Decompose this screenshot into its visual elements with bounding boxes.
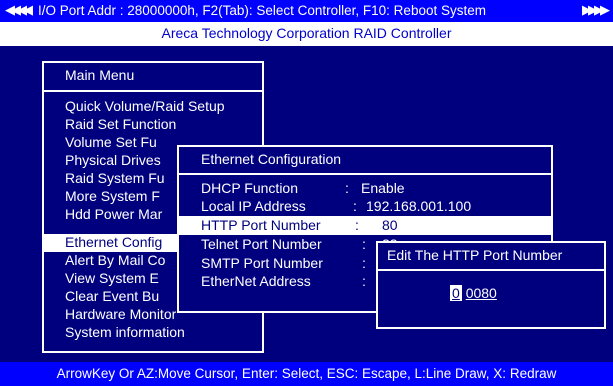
menu-item-physical-drives[interactable]: Physical Drives (65, 152, 161, 168)
menu-item-view-system-events[interactable]: View System E (65, 270, 159, 286)
menu-item-system-information[interactable]: System information (65, 324, 185, 340)
scroll-right-arrows-icon[interactable]: ▶▶▶▶ (582, 2, 610, 18)
http-port-input[interactable]: 0 0080 (450, 285, 497, 301)
ethernet-address-separator: : (362, 273, 366, 289)
ethernet-configuration-title: Ethernet Configuration (201, 151, 342, 167)
main-menu-divider (44, 90, 262, 92)
input-cursor-digit: 0 (450, 285, 462, 301)
menu-item-volume-set-function[interactable]: Volume Set Fu (65, 134, 157, 150)
edit-http-port-dialog: Edit The HTTP Port Number 0 0080 (376, 241, 606, 329)
dhcp-function-value: Enable (361, 180, 405, 196)
local-ip-address-label: Local IP Address (201, 198, 306, 214)
bottom-help-bar: ArrowKey Or AZ:Move Cursor, Enter: Selec… (0, 362, 613, 386)
menu-item-raid-set-function[interactable]: Raid Set Function (65, 116, 176, 132)
menu-item-clear-event-buffer[interactable]: Clear Event Bu (65, 288, 159, 304)
menu-item-hdd-power-management[interactable]: Hdd Power Mar (65, 206, 162, 222)
controller-title-bar: Areca Technology Corporation RAID Contro… (0, 22, 613, 46)
edit-http-port-title: Edit The HTTP Port Number (387, 247, 563, 263)
menu-item-quick-volume-raid-setup[interactable]: Quick Volume/Raid Setup (65, 98, 225, 114)
input-value-digits: 0080 (465, 285, 497, 301)
menu-item-alert-by-mail-config[interactable]: Alert By Mail Co (65, 252, 165, 268)
menu-item-hardware-monitor[interactable]: Hardware Monitor (65, 306, 176, 322)
http-port-number-separator: : (355, 217, 359, 233)
dhcp-function-separator: : (345, 180, 349, 196)
main-menu-title: Main Menu (65, 67, 135, 83)
keyboard-help-text: ArrowKey Or AZ:Move Cursor, Enter: Selec… (56, 366, 557, 381)
ethernet-panel-divider (179, 173, 551, 175)
local-ip-address-value: 192.168.001.100 (366, 198, 472, 214)
dhcp-function-label: DHCP Function (201, 180, 299, 196)
menu-item-more-system-functions[interactable]: More System F (65, 188, 160, 204)
telnet-port-number-separator: : (362, 236, 366, 252)
menu-item-ethernet-configuration[interactable]: Ethernet Config (65, 234, 162, 250)
local-ip-address-separator: : (353, 198, 357, 214)
edit-dialog-divider (378, 269, 604, 271)
controller-title: Areca Technology Corporation RAID Contro… (161, 25, 452, 41)
http-port-number-value: 80 (382, 217, 398, 233)
smtp-port-number-separator: : (362, 255, 366, 271)
scroll-left-arrows-icon[interactable]: ◀◀◀◀ (5, 2, 33, 18)
ethernet-address-label: EtherNet Address (201, 273, 311, 289)
top-status-bar: ◀◀◀◀ I/O Port Addr : 28000000h, F2(Tab):… (0, 0, 613, 22)
telnet-port-number-label: Telnet Port Number (201, 236, 322, 252)
menu-item-raid-system-function[interactable]: Raid System Fu (65, 170, 165, 186)
http-port-number-label: HTTP Port Number (201, 217, 321, 233)
smtp-port-number-label: SMTP Port Number (201, 255, 323, 271)
controller-info-text: I/O Port Addr : 28000000h, F2(Tab): Sele… (38, 3, 486, 18)
